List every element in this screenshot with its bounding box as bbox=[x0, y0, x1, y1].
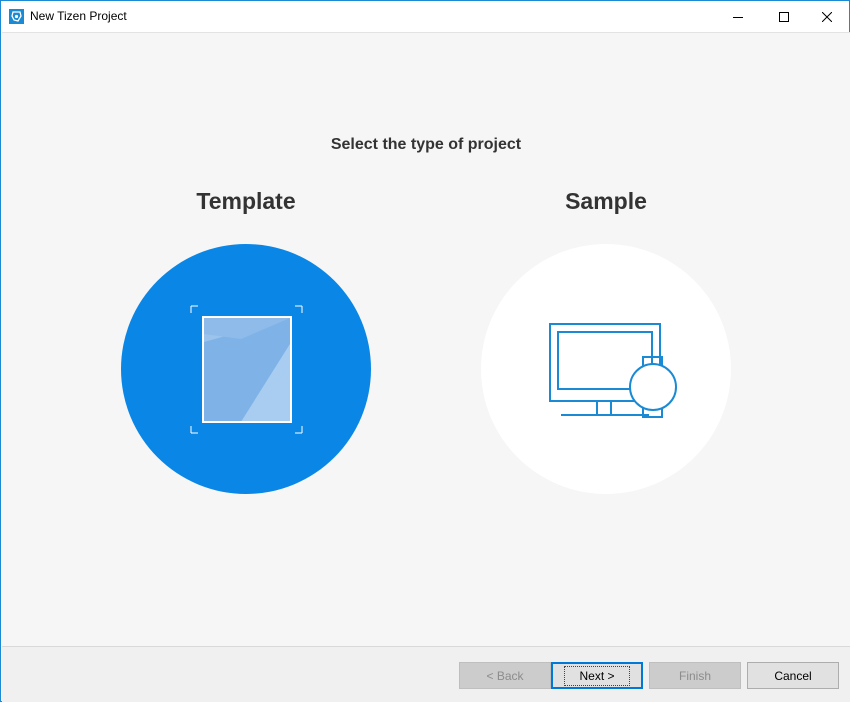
window-title: New Tizen Project bbox=[30, 9, 127, 23]
close-icon bbox=[822, 11, 832, 22]
template-option-label[interactable]: Template bbox=[121, 188, 371, 215]
next-button-label: Next > bbox=[564, 665, 630, 686]
close-button[interactable] bbox=[804, 1, 850, 32]
maximize-button[interactable] bbox=[761, 1, 807, 32]
back-button[interactable]: < Back bbox=[459, 662, 551, 689]
minimize-icon bbox=[733, 16, 743, 18]
title-bar[interactable]: New Tizen Project bbox=[1, 1, 849, 32]
sample-option-button[interactable] bbox=[481, 244, 731, 494]
template-option-button[interactable] bbox=[121, 244, 371, 494]
monitor-watch-icon bbox=[549, 323, 677, 418]
finish-button[interactable]: Finish bbox=[649, 662, 741, 689]
maximize-icon bbox=[779, 11, 789, 22]
wizard-footer: < Back Next > Finish Cancel bbox=[2, 646, 850, 702]
wizard-content: Select the type of project Template Samp… bbox=[2, 32, 850, 646]
minimize-button[interactable] bbox=[715, 1, 761, 32]
next-button[interactable]: Next > bbox=[551, 662, 643, 689]
tizen-app-icon bbox=[9, 9, 24, 24]
page-heading: Select the type of project bbox=[330, 136, 522, 153]
cancel-button[interactable]: Cancel bbox=[747, 662, 839, 689]
template-document-icon bbox=[190, 305, 303, 434]
sample-option-label[interactable]: Sample bbox=[481, 188, 731, 215]
project-wizard-window: New Tizen Project Select the type of pro… bbox=[0, 0, 850, 702]
